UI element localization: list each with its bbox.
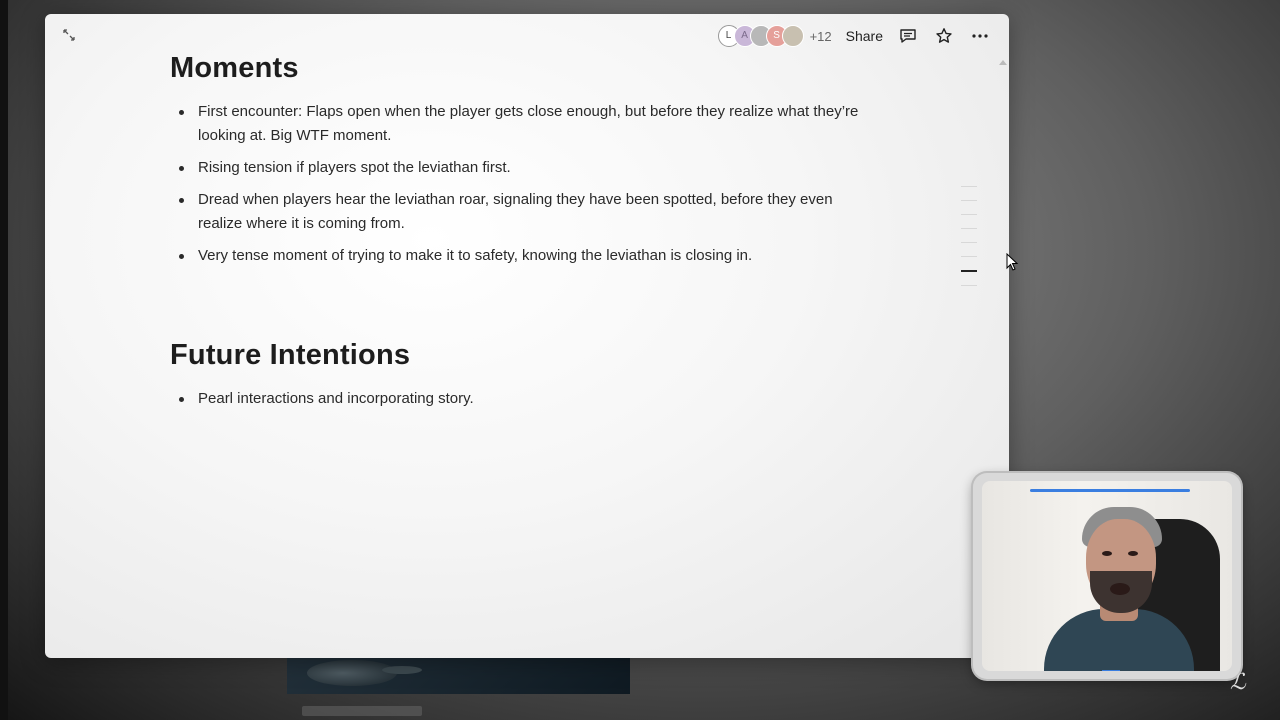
future-intentions-list: Pearl interactions and incorporating sto… — [170, 387, 860, 419]
star-icon[interactable] — [933, 25, 955, 47]
background-caption — [302, 706, 422, 716]
toc-marker[interactable] — [961, 256, 977, 257]
webcam-top-accent — [1030, 489, 1190, 492]
table-of-contents-minimap[interactable] — [961, 186, 979, 299]
presenter-eye — [1102, 551, 1112, 556]
toc-marker[interactable] — [961, 214, 977, 215]
list-item: First encounter: Flaps open when the pla… — [170, 100, 860, 148]
background-image-thumbnail — [287, 652, 630, 694]
toc-marker[interactable] — [961, 285, 977, 286]
list-item: Pearl interactions and incorporating sto… — [170, 387, 860, 411]
leviathan-tail — [382, 666, 422, 674]
leviathan-image — [307, 660, 397, 686]
more-options-icon[interactable] — [969, 25, 991, 47]
list-item: Rising tension if players spot the levia… — [170, 156, 860, 180]
toc-marker[interactable] — [961, 228, 977, 229]
more-collaborators-count[interactable]: +12 — [810, 29, 832, 44]
background-edge — [0, 0, 8, 720]
toolbar: L A S +12 Share — [717, 24, 991, 48]
webcam-feed — [982, 481, 1232, 671]
scroll-up-arrow[interactable] — [999, 60, 1007, 65]
toc-marker[interactable] — [961, 186, 977, 187]
presenter-eye — [1128, 551, 1138, 556]
comment-icon[interactable] — [897, 25, 919, 47]
list-item: Very tense moment of trying to make it t… — [170, 244, 860, 268]
presenter-mouth — [1110, 583, 1130, 595]
list-item: Dread when players hear the leviathan ro… — [170, 188, 860, 236]
toc-marker[interactable] — [961, 242, 977, 243]
toc-marker[interactable] — [961, 200, 977, 201]
section-heading-moments: Moments — [170, 52, 299, 84]
channel-logo-icon: ℒ — [1230, 670, 1246, 695]
collaborator-avatars[interactable]: L A S +12 — [717, 25, 832, 47]
expand-icon[interactable] — [61, 28, 77, 44]
webcam-overlay — [973, 473, 1241, 679]
section-heading-future-intentions: Future Intentions — [170, 339, 411, 371]
document-window: L A S +12 Share Moments First encounter:… — [45, 14, 1009, 658]
toc-marker-active[interactable] — [961, 270, 977, 272]
webcam-bottom-accent — [1102, 670, 1120, 671]
share-button[interactable]: Share — [846, 28, 883, 44]
avatar[interactable] — [781, 25, 804, 47]
moments-list: First encounter: Flaps open when the pla… — [170, 100, 860, 276]
